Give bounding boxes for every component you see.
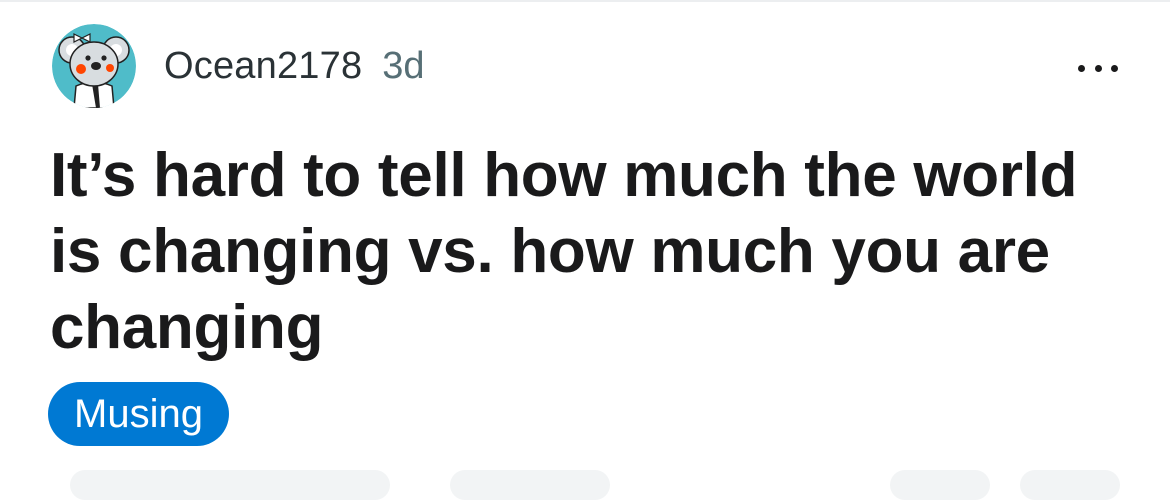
top-divider [0, 0, 1170, 2]
koala-avatar-icon [52, 24, 136, 108]
post-header: Ocean2178 3d [52, 24, 425, 108]
more-options-button[interactable] [1078, 56, 1118, 80]
vote-button[interactable] [70, 470, 390, 500]
comments-button[interactable] [450, 470, 610, 500]
more-options-icon [1078, 64, 1085, 72]
author-username[interactable]: Ocean2178 [164, 45, 362, 88]
post-title[interactable]: It’s hard to tell how much the world is … [50, 138, 1120, 366]
avatar[interactable] [52, 24, 136, 108]
award-button[interactable] [890, 470, 990, 500]
flair-badge[interactable]: Musing [48, 382, 229, 446]
post-age: 3d [382, 44, 425, 87]
share-button[interactable] [1020, 470, 1120, 500]
action-bar [0, 470, 1170, 500]
